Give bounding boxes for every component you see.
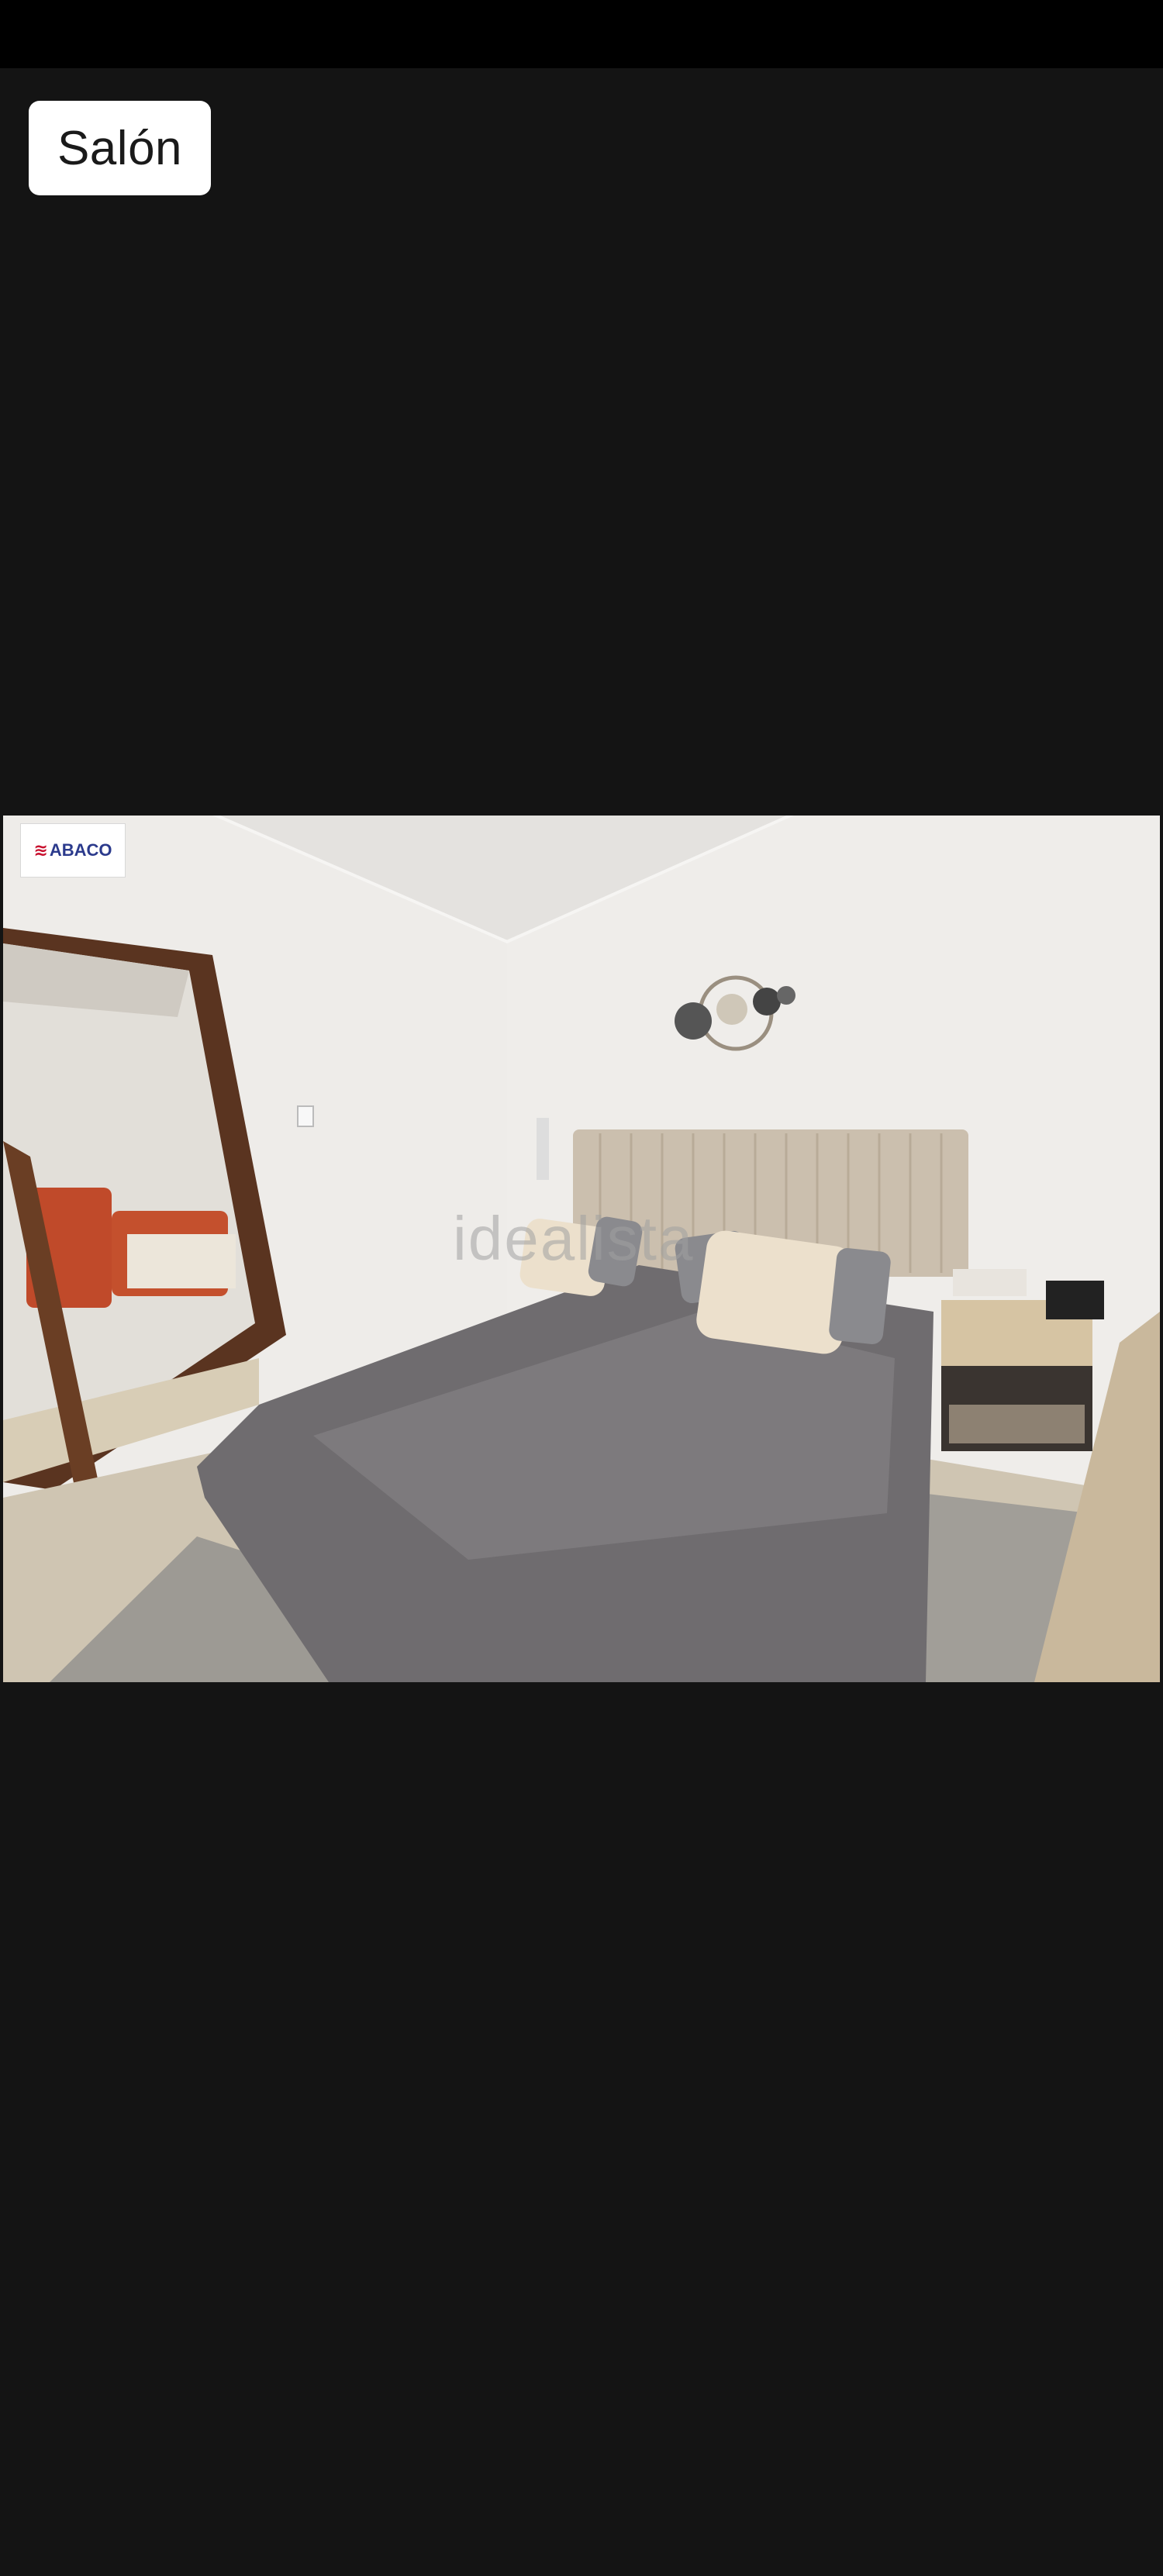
property-photo[interactable]: ≋ ABACO idealista: [3, 816, 1160, 1682]
status-bar: [0, 0, 1163, 68]
cushion-right: [829, 1248, 891, 1344]
agency-logo-text: ABACO: [49, 840, 112, 860]
nightstand-box: [953, 1269, 1027, 1296]
light-switch: [297, 1105, 314, 1127]
agency-logo-mark-icon: ≋: [33, 840, 48, 860]
pillow-right: [696, 1230, 853, 1354]
agency-logo: ≋ ABACO: [20, 823, 126, 878]
photo-watermark: idealista: [453, 1204, 695, 1273]
nightstand-device: [1046, 1281, 1104, 1319]
nightstand-books: [949, 1405, 1085, 1443]
room-label: Salón: [57, 121, 183, 175]
sofa-cover: [127, 1234, 236, 1288]
photo-viewer[interactable]: Salón ≋ ABACO idealista: [0, 0, 1163, 2576]
bedside-figurine: [537, 1118, 549, 1180]
room-label-chip: Salón: [29, 101, 211, 195]
